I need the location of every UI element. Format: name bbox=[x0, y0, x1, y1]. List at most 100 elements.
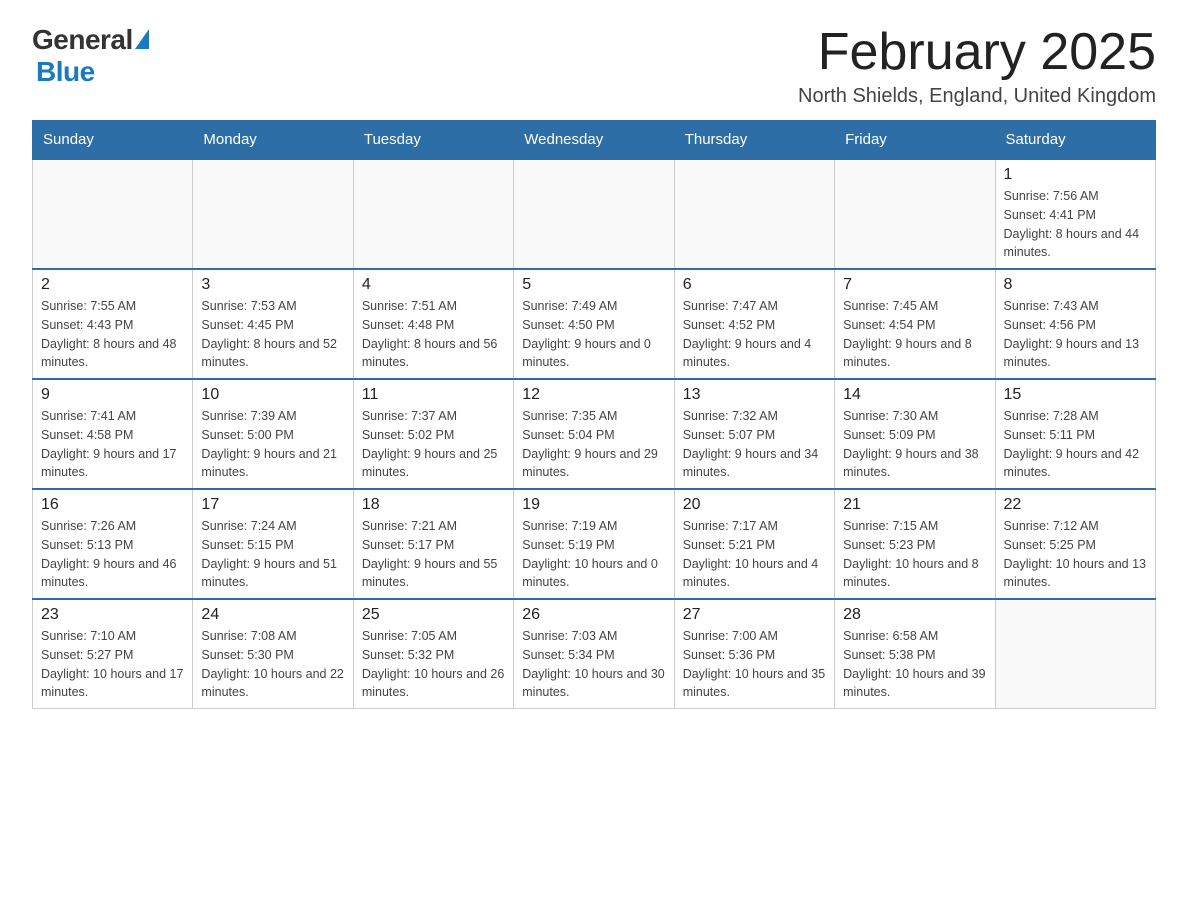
day-number: 19 bbox=[522, 496, 665, 514]
header-sunday: Sunday bbox=[33, 121, 193, 160]
location-subtitle: North Shields, England, United Kingdom bbox=[798, 85, 1156, 108]
day-number: 24 bbox=[201, 606, 344, 624]
day-number: 15 bbox=[1004, 386, 1147, 404]
day-info: Sunrise: 7:43 AMSunset: 4:56 PMDaylight:… bbox=[1004, 297, 1147, 372]
calendar-cell: 21 Sunrise: 7:15 AMSunset: 5:23 PMDayligh… bbox=[835, 489, 995, 599]
calendar-cell bbox=[835, 159, 995, 269]
day-number: 27 bbox=[683, 606, 826, 624]
calendar-cell: 27 Sunrise: 7:00 AMSunset: 5:36 PMDayligh… bbox=[674, 599, 834, 709]
day-number: 3 bbox=[201, 276, 344, 294]
calendar-cell: 1 Sunrise: 7:56 AMSunset: 4:41 PMDaylight… bbox=[995, 159, 1155, 269]
day-number: 21 bbox=[843, 496, 986, 514]
week-row-4: 23 Sunrise: 7:10 AMSunset: 5:27 PMDayligh… bbox=[33, 599, 1156, 709]
day-number: 4 bbox=[362, 276, 505, 294]
week-row-2: 9Sunrise: 7:41 AMSunset: 4:58 PMDaylight… bbox=[33, 379, 1156, 489]
calendar-cell: 18Sunrise: 7:21 AMSunset: 5:17 PMDayligh… bbox=[353, 489, 513, 599]
header-friday: Friday bbox=[835, 121, 995, 160]
day-info: Sunrise: 7:08 AMSunset: 5:30 PMDaylight:… bbox=[201, 627, 344, 702]
day-number: 5 bbox=[522, 276, 665, 294]
day-info: Sunrise: 7:39 AMSunset: 5:00 PMDaylight:… bbox=[201, 407, 344, 482]
day-info: Sunrise: 7:26 AMSunset: 5:13 PMDaylight:… bbox=[41, 517, 184, 592]
day-info: Sunrise: 7:35 AMSunset: 5:04 PMDaylight:… bbox=[522, 407, 665, 482]
weekday-header-row: Sunday Monday Tuesday Wednesday Thursday… bbox=[33, 121, 1156, 160]
logo-blue-text: Blue bbox=[36, 56, 95, 88]
calendar-cell: 2 Sunrise: 7:55 AMSunset: 4:43 PMDaylight… bbox=[33, 269, 193, 379]
calendar-cell: 11 Sunrise: 7:37 AMSunset: 5:02 PMDayligh… bbox=[353, 379, 513, 489]
calendar-cell: 13 Sunrise: 7:32 AMSunset: 5:07 PMDayligh… bbox=[674, 379, 834, 489]
day-info: Sunrise: 7:41 AMSunset: 4:58 PMDaylight:… bbox=[41, 407, 184, 482]
calendar-cell: 28Sunrise: 6:58 AMSunset: 5:38 PMDayligh… bbox=[835, 599, 995, 709]
day-number: 25 bbox=[362, 606, 505, 624]
day-info: Sunrise: 7:28 AMSunset: 5:11 PMDaylight:… bbox=[1004, 407, 1147, 482]
calendar-cell: 22 Sunrise: 7:12 AMSunset: 5:25 PMDayligh… bbox=[995, 489, 1155, 599]
day-info: Sunrise: 7:55 AMSunset: 4:43 PMDaylight:… bbox=[41, 297, 184, 372]
day-number: 10 bbox=[201, 386, 344, 404]
calendar-cell: 15 Sunrise: 7:28 AMSunset: 5:11 PMDayligh… bbox=[995, 379, 1155, 489]
calendar-cell: 20Sunrise: 7:17 AMSunset: 5:21 PMDayligh… bbox=[674, 489, 834, 599]
day-number: 26 bbox=[522, 606, 665, 624]
day-number: 23 bbox=[41, 606, 184, 624]
day-number: 2 bbox=[41, 276, 184, 294]
calendar-cell: 9Sunrise: 7:41 AMSunset: 4:58 PMDaylight… bbox=[33, 379, 193, 489]
week-row-0: 1 Sunrise: 7:56 AMSunset: 4:41 PMDaylight… bbox=[33, 159, 1156, 269]
day-number: 8 bbox=[1004, 276, 1147, 294]
day-info: Sunrise: 7:32 AMSunset: 5:07 PMDaylight:… bbox=[683, 407, 826, 482]
calendar-cell: 17 Sunrise: 7:24 AMSunset: 5:15 PMDayligh… bbox=[193, 489, 353, 599]
day-number: 16 bbox=[41, 496, 184, 514]
day-number: 7 bbox=[843, 276, 986, 294]
day-info: Sunrise: 7:05 AMSunset: 5:32 PMDaylight:… bbox=[362, 627, 505, 702]
day-number: 6 bbox=[683, 276, 826, 294]
day-info: Sunrise: 7:10 AMSunset: 5:27 PMDaylight:… bbox=[41, 627, 184, 702]
header-thursday: Thursday bbox=[674, 121, 834, 160]
page-header: General Blue February 2025 North Shields… bbox=[32, 24, 1156, 108]
logo-general-text: General bbox=[32, 24, 133, 56]
day-info: Sunrise: 7:47 AMSunset: 4:52 PMDaylight:… bbox=[683, 297, 826, 372]
calendar-cell: 12 Sunrise: 7:35 AMSunset: 5:04 PMDayligh… bbox=[514, 379, 674, 489]
logo: General Blue bbox=[32, 24, 149, 88]
week-row-1: 2 Sunrise: 7:55 AMSunset: 4:43 PMDaylight… bbox=[33, 269, 1156, 379]
calendar-cell: 7 Sunrise: 7:45 AMSunset: 4:54 PMDaylight… bbox=[835, 269, 995, 379]
header-tuesday: Tuesday bbox=[353, 121, 513, 160]
day-number: 14 bbox=[843, 386, 986, 404]
title-section: February 2025 North Shields, England, Un… bbox=[798, 24, 1156, 108]
calendar-cell: 26 Sunrise: 7:03 AMSunset: 5:34 PMDayligh… bbox=[514, 599, 674, 709]
day-number: 13 bbox=[683, 386, 826, 404]
day-number: 17 bbox=[201, 496, 344, 514]
day-info: Sunrise: 7:51 AMSunset: 4:48 PMDaylight:… bbox=[362, 297, 505, 372]
calendar-cell: 5Sunrise: 7:49 AMSunset: 4:50 PMDaylight… bbox=[514, 269, 674, 379]
logo-triangle-icon bbox=[135, 29, 149, 49]
day-info: Sunrise: 7:53 AMSunset: 4:45 PMDaylight:… bbox=[201, 297, 344, 372]
calendar-cell: 14 Sunrise: 7:30 AMSunset: 5:09 PMDayligh… bbox=[835, 379, 995, 489]
calendar-cell: 6 Sunrise: 7:47 AMSunset: 4:52 PMDaylight… bbox=[674, 269, 834, 379]
day-info: Sunrise: 6:58 AMSunset: 5:38 PMDaylight:… bbox=[843, 627, 986, 702]
day-number: 20 bbox=[683, 496, 826, 514]
day-info: Sunrise: 7:56 AMSunset: 4:41 PMDaylight:… bbox=[1004, 187, 1147, 262]
day-number: 12 bbox=[522, 386, 665, 404]
header-saturday: Saturday bbox=[995, 121, 1155, 160]
calendar-cell: 24 Sunrise: 7:08 AMSunset: 5:30 PMDayligh… bbox=[193, 599, 353, 709]
calendar-cell bbox=[514, 159, 674, 269]
day-info: Sunrise: 7:21 AMSunset: 5:17 PMDaylight:… bbox=[362, 517, 505, 592]
calendar-cell: 10 Sunrise: 7:39 AMSunset: 5:00 PMDayligh… bbox=[193, 379, 353, 489]
day-number: 11 bbox=[362, 386, 505, 404]
day-info: Sunrise: 7:37 AMSunset: 5:02 PMDaylight:… bbox=[362, 407, 505, 482]
calendar-cell: 8 Sunrise: 7:43 AMSunset: 4:56 PMDaylight… bbox=[995, 269, 1155, 379]
calendar-cell: 3 Sunrise: 7:53 AMSunset: 4:45 PMDaylight… bbox=[193, 269, 353, 379]
header-wednesday: Wednesday bbox=[514, 121, 674, 160]
calendar-cell: 19Sunrise: 7:19 AMSunset: 5:19 PMDayligh… bbox=[514, 489, 674, 599]
calendar-cell bbox=[353, 159, 513, 269]
day-info: Sunrise: 7:15 AMSunset: 5:23 PMDaylight:… bbox=[843, 517, 986, 592]
day-info: Sunrise: 7:12 AMSunset: 5:25 PMDaylight:… bbox=[1004, 517, 1147, 592]
calendar-cell: 4 Sunrise: 7:51 AMSunset: 4:48 PMDaylight… bbox=[353, 269, 513, 379]
calendar-cell bbox=[33, 159, 193, 269]
calendar-cell: 23 Sunrise: 7:10 AMSunset: 5:27 PMDayligh… bbox=[33, 599, 193, 709]
day-info: Sunrise: 7:00 AMSunset: 5:36 PMDaylight:… bbox=[683, 627, 826, 702]
day-info: Sunrise: 7:03 AMSunset: 5:34 PMDaylight:… bbox=[522, 627, 665, 702]
day-info: Sunrise: 7:24 AMSunset: 5:15 PMDaylight:… bbox=[201, 517, 344, 592]
month-title: February 2025 bbox=[798, 24, 1156, 81]
day-info: Sunrise: 7:45 AMSunset: 4:54 PMDaylight:… bbox=[843, 297, 986, 372]
day-info: Sunrise: 7:30 AMSunset: 5:09 PMDaylight:… bbox=[843, 407, 986, 482]
day-number: 22 bbox=[1004, 496, 1147, 514]
day-number: 1 bbox=[1004, 166, 1147, 184]
header-monday: Monday bbox=[193, 121, 353, 160]
